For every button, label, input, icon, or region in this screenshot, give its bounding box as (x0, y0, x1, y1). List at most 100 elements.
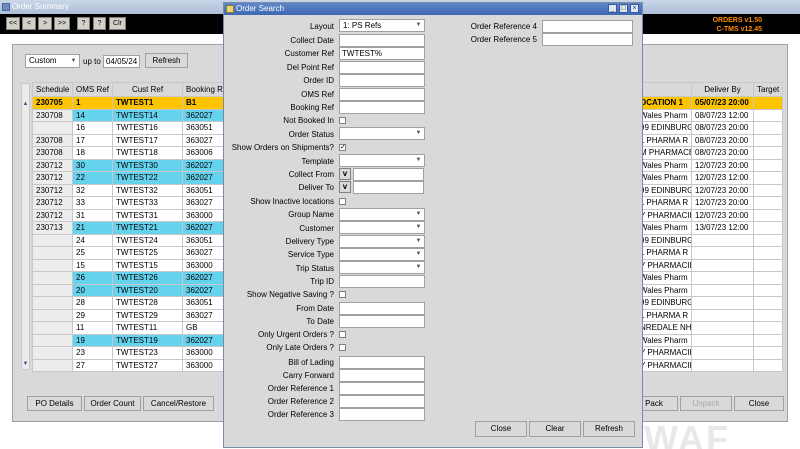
table-row[interactable]: L PHARMA R 12/07/23 20:00 (636, 196, 783, 210)
table-row[interactable]: 99 EDINBURG 08/07/23 20:00 (636, 121, 783, 135)
table-row[interactable]: Y PHARMACIE (636, 358, 783, 372)
table-row[interactable]: Wales Pharm (636, 283, 783, 297)
column-header[interactable]: Target (753, 82, 783, 97)
collect-from-field[interactable] (353, 168, 424, 181)
table-row[interactable]: 230705 1 TWTEST1 B1 (32, 96, 225, 110)
table-row[interactable]: 230708 14 TWTEST14 362027 (32, 108, 225, 122)
table-row[interactable]: Y PHARMACIE (636, 258, 783, 272)
from-date-field[interactable] (339, 302, 425, 315)
table-row[interactable]: 230708 17 TWTEST17 363027 (32, 133, 225, 147)
table-row[interactable]: L PHARMA R (636, 246, 783, 260)
unpack-button[interactable]: Unpack (680, 396, 732, 411)
table-row[interactable]: Wales Pharm (636, 333, 783, 347)
to-date-field[interactable] (339, 315, 425, 328)
only-urgent-orders-checkbox[interactable] (339, 331, 346, 338)
close-window-icon[interactable]: × (630, 4, 639, 13)
table-row[interactable]: 15 TWTEST15 363000 (32, 258, 225, 272)
order-count-button[interactable]: Order Count (84, 396, 141, 411)
dialog-close-button[interactable]: Close (475, 421, 527, 437)
table-row[interactable]: 27 TWTEST27 363000 (32, 358, 225, 372)
column-header[interactable]: Schedule (32, 82, 73, 97)
show-orders-on-shipments-checkbox[interactable]: ✓ (339, 144, 346, 151)
group-name-select[interactable]: ▼ (339, 208, 425, 221)
deliver-to-field[interactable] (353, 181, 424, 194)
table-row[interactable]: 23 TWTEST23 363000 (32, 346, 225, 360)
trip-status-select[interactable]: ▼ (339, 261, 425, 274)
first-record-button[interactable]: << (6, 17, 20, 30)
table-row[interactable]: L PHARMA R (636, 308, 783, 322)
table-row[interactable]: 25 TWTEST25 363027 (32, 246, 225, 260)
po-details-button[interactable]: PO Details (27, 396, 82, 411)
only-late-orders-checkbox[interactable] (339, 344, 346, 351)
help-context-button[interactable]: ? (93, 17, 106, 30)
table-row[interactable]: M PHARMACE 08/07/23 20:00 (636, 146, 783, 160)
order-reference-1-field[interactable] (339, 382, 425, 395)
show-negative-saving-checkbox[interactable] (339, 291, 346, 298)
table-row[interactable]: 230712 33 TWTEST33 363027 (32, 196, 225, 210)
customer-ref-field[interactable]: TWTEST% (339, 47, 425, 60)
table-row[interactable]: L PHARMA R 08/07/23 20:00 (636, 133, 783, 147)
table-row[interactable]: 16 TWTEST16 363051 (32, 121, 225, 135)
table-row[interactable]: 28 TWTEST28 363051 (32, 296, 225, 310)
table-row[interactable]: 230713 21 TWTEST21 362027 (32, 221, 225, 235)
table-row[interactable]: 230708 18 TWTEST18 363006 (32, 146, 225, 160)
table-row[interactable]: OCATION 1 05/07/23 20:00 (636, 96, 783, 110)
table-row[interactable]: NREDALE NH (636, 321, 783, 335)
table-row[interactable]: Wales Pharm 12/07/23 20:00 (636, 158, 783, 172)
table-row[interactable]: 230712 30 TWTEST30 362027 (32, 158, 225, 172)
column-header[interactable]: Cust Ref (112, 82, 183, 97)
del-point-ref-field[interactable] (339, 61, 425, 74)
order-reference-5-field[interactable] (542, 33, 633, 46)
scroll-up-icon[interactable]: ▲ (22, 100, 29, 108)
summary-close-button[interactable]: Close (734, 396, 784, 411)
table-row[interactable]: Wales Pharm 12/07/23 12:00 (636, 171, 783, 185)
help-button[interactable]: ? (77, 17, 90, 30)
dialog-refresh-button[interactable]: Refresh (583, 421, 635, 437)
order-reference-2-field[interactable] (339, 395, 425, 408)
show-inactive-locations-checkbox[interactable] (339, 198, 346, 205)
oms-ref-field[interactable] (339, 88, 425, 101)
table-row[interactable]: 20 TWTEST20 362027 (32, 283, 225, 297)
collect-from-lookup-button[interactable]: v (339, 168, 351, 180)
table-row[interactable]: 24 TWTEST24 363051 (32, 233, 225, 247)
carry-forward-field[interactable] (339, 369, 425, 382)
order-reference-3-field[interactable] (339, 408, 425, 421)
table-row[interactable]: Y PHARMACIE (636, 346, 783, 360)
last-record-button[interactable]: >> (54, 17, 70, 30)
summary-refresh-button[interactable]: Refresh (145, 53, 188, 68)
maximize-icon[interactable]: □ (619, 4, 628, 13)
collect-date-field[interactable] (339, 34, 425, 47)
date-range-select[interactable]: Custom ▼ (25, 54, 80, 68)
table-row[interactable]: Wales Pharm 13/07/23 12:00 (636, 221, 783, 235)
table-row[interactable]: 11 TWTEST11 GB (32, 321, 225, 335)
order-reference-4-field[interactable] (542, 20, 633, 33)
trip-id-field[interactable] (339, 275, 425, 288)
table-row[interactable]: 26 TWTEST26 362027 (32, 271, 225, 285)
order-id-field[interactable] (339, 74, 425, 87)
grid-scrollbar[interactable]: ▲ ▼ (21, 83, 30, 370)
table-row[interactable]: Wales Pharm (636, 271, 783, 285)
table-row[interactable]: Wales Pharm 08/07/23 12:00 (636, 108, 783, 122)
table-row[interactable]: 230712 22 TWTEST22 362027 (32, 171, 225, 185)
clear-button[interactable]: Clr (109, 17, 126, 30)
column-header[interactable] (636, 82, 692, 97)
deliver-to-lookup-button[interactable]: v (339, 181, 351, 193)
up-to-date-field[interactable]: 04/05/24 (103, 55, 140, 68)
table-row[interactable]: 29 TWTEST29 363027 (32, 308, 225, 322)
minimize-icon[interactable]: _ (608, 4, 617, 13)
column-header[interactable]: Deliver By (691, 82, 754, 97)
service-type-select[interactable]: ▼ (339, 248, 425, 261)
order-search-titlebar[interactable]: Order Search _ □ × (224, 3, 642, 15)
not-booked-in-checkbox[interactable] (339, 117, 346, 124)
table-row[interactable]: 230712 31 TWTEST31 363000 (32, 208, 225, 222)
table-row[interactable]: 230712 32 TWTEST32 363051 (32, 183, 225, 197)
cancel-restore-button[interactable]: Cancel/Restore (143, 396, 214, 411)
booking-ref-field[interactable] (339, 101, 425, 114)
column-header[interactable]: Booking R (182, 82, 225, 97)
scroll-down-icon[interactable]: ▼ (22, 360, 29, 368)
next-record-button[interactable]: > (38, 17, 52, 30)
delivery-type-select[interactable]: ▼ (339, 235, 425, 248)
table-row[interactable]: 99 EDINBURG (636, 233, 783, 247)
table-row[interactable]: 99 EDINBURG (636, 296, 783, 310)
table-row[interactable]: 19 TWTEST19 362027 (32, 333, 225, 347)
